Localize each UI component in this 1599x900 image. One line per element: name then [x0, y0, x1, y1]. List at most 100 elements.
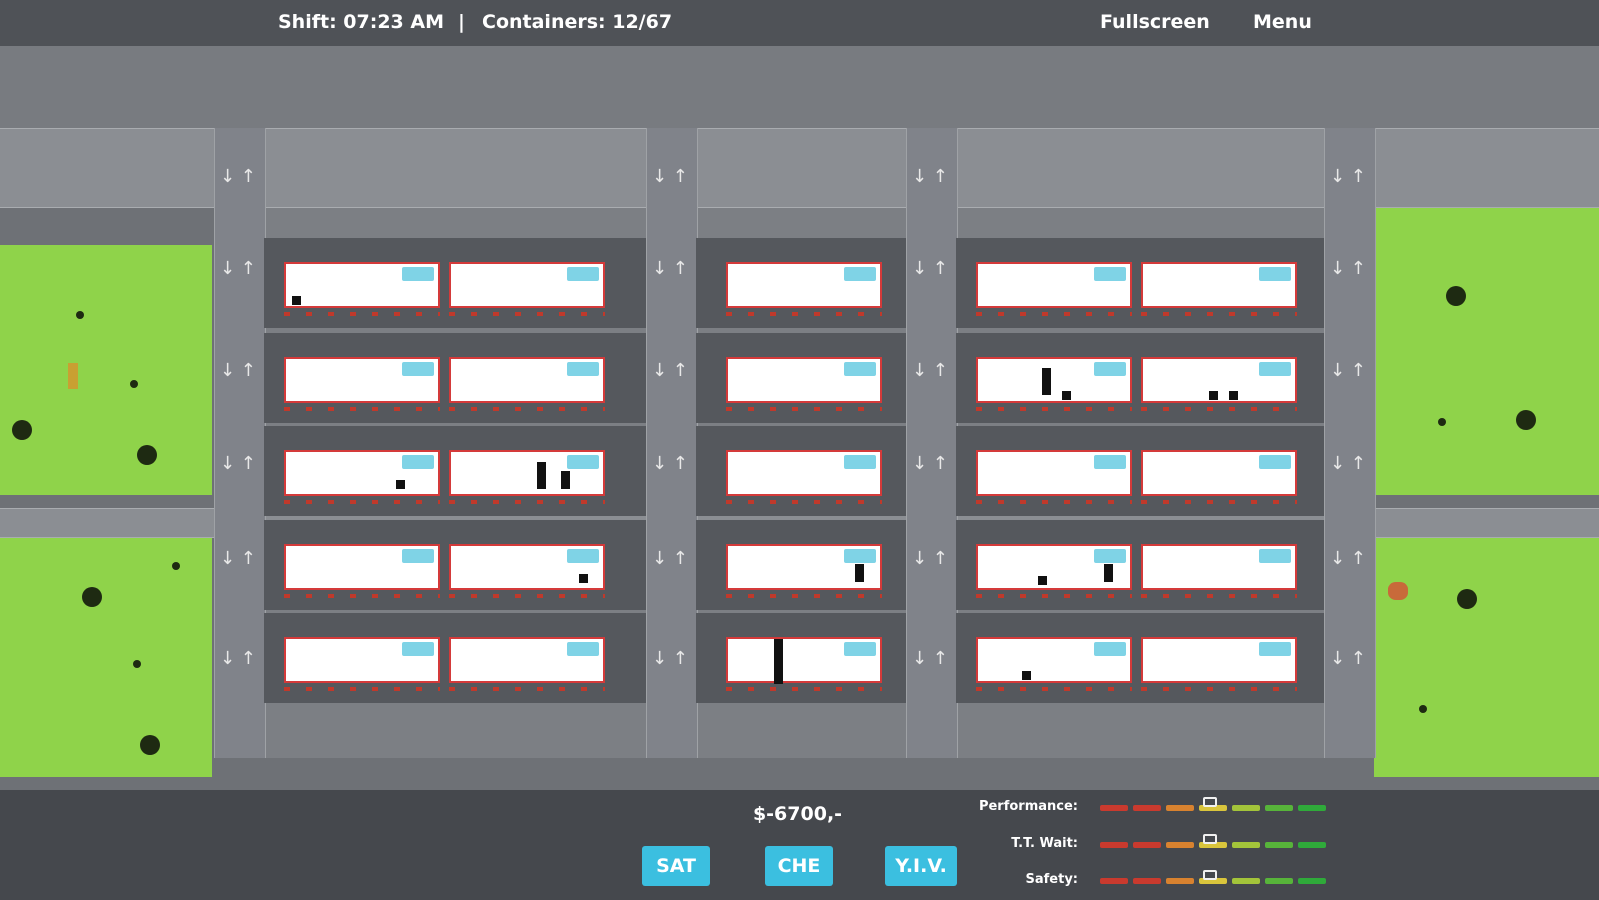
bay-tag	[1094, 362, 1126, 376]
top-bar: Shift: 07:23 AM | Containers: 12/67 Full…	[0, 0, 1599, 46]
container	[774, 648, 783, 657]
container-bay	[726, 544, 882, 590]
container	[1062, 391, 1071, 400]
container-bay	[284, 450, 440, 496]
container	[1229, 391, 1238, 400]
container-bay	[976, 544, 1132, 590]
crane-rail	[976, 407, 1132, 411]
lane-arrow-icon: ↓ ↑	[912, 453, 948, 474]
tree-icon	[12, 420, 32, 440]
crane-rail	[726, 687, 882, 691]
shift-time: Shift: 07:23 AM	[278, 11, 444, 33]
lane-arrow-icon: ↓ ↑	[912, 258, 948, 279]
bay-tag	[402, 267, 434, 281]
lane-arrow-icon: ↓ ↑	[220, 548, 256, 569]
meter-segment	[1265, 878, 1293, 884]
lane-arrow-icon: ↓ ↑	[220, 166, 256, 187]
tt-wait-meter	[1100, 834, 1330, 848]
container	[537, 462, 546, 471]
meter-marker	[1203, 797, 1218, 807]
container	[774, 639, 783, 648]
bay-tag	[567, 455, 599, 469]
tree-icon	[82, 587, 102, 607]
container	[537, 471, 546, 480]
menu-button[interactable]: Menu	[1253, 11, 1312, 33]
tree-icon	[140, 735, 160, 755]
crane-rail	[726, 500, 882, 504]
container-bay	[1141, 637, 1297, 683]
bay-tag	[844, 455, 876, 469]
bay-tag	[567, 549, 599, 563]
container	[774, 675, 783, 684]
bay-tag	[567, 642, 599, 656]
meter-segment	[1232, 842, 1260, 848]
crane-rail	[284, 312, 440, 316]
lane-arrow-icon: ↓ ↑	[220, 453, 256, 474]
lane-arrow-icon: ↓ ↑	[1330, 166, 1366, 187]
container-bay	[284, 637, 440, 683]
lane-arrow-icon: ↓ ↑	[1330, 453, 1366, 474]
lane-arrow-icon: ↓ ↑	[220, 648, 256, 669]
container-bay	[1141, 357, 1297, 403]
bay-tag	[402, 455, 434, 469]
crane-rail	[284, 407, 440, 411]
container-bay	[976, 357, 1132, 403]
container	[1022, 671, 1031, 680]
bay-tag	[1259, 362, 1291, 376]
container-bay	[726, 450, 882, 496]
crane-rail	[1141, 312, 1297, 316]
crane-rail	[976, 500, 1132, 504]
lane-arrow-icon: ↓ ↑	[220, 258, 256, 279]
yiv-button[interactable]: Y.I.V.	[885, 846, 957, 886]
safety-label: Safety:	[1025, 872, 1079, 887]
upper-road-band	[0, 46, 1599, 128]
meter-segment	[1265, 842, 1293, 848]
container	[561, 471, 570, 480]
lane-arrow-icon: ↓ ↑	[1330, 258, 1366, 279]
container-bay	[284, 262, 440, 308]
container	[537, 480, 546, 489]
container	[1042, 377, 1051, 386]
meter-segment	[1166, 805, 1194, 811]
che-button[interactable]: CHE	[765, 846, 833, 886]
container	[1042, 386, 1051, 395]
lane-arrow-icon: ↓ ↑	[220, 360, 256, 381]
sat-button[interactable]: SAT	[642, 846, 710, 886]
tree-icon	[1516, 410, 1536, 430]
container	[579, 574, 588, 583]
container	[396, 480, 405, 489]
crane-rail	[1141, 407, 1297, 411]
safety-meter	[1100, 870, 1330, 884]
lane-arrow-icon: ↓ ↑	[652, 453, 688, 474]
worker-icon	[1388, 582, 1408, 600]
container-bay	[449, 357, 605, 403]
separator: |	[458, 11, 465, 33]
meter-marker	[1203, 834, 1218, 844]
container-bay	[976, 262, 1132, 308]
container	[292, 296, 301, 305]
container-bay	[976, 450, 1132, 496]
tree-icon	[133, 660, 141, 668]
container-count: Containers: 12/67	[482, 11, 673, 33]
container	[1038, 576, 1047, 585]
lane-arrow-icon: ↓ ↑	[652, 258, 688, 279]
lane-arrow-icon: ↓ ↑	[912, 548, 948, 569]
meter-segment	[1133, 878, 1161, 884]
meter-segment	[1232, 805, 1260, 811]
crane-rail	[449, 594, 605, 598]
crane-rail	[976, 594, 1132, 598]
crane-rail	[1141, 687, 1297, 691]
fullscreen-button[interactable]: Fullscreen	[1100, 11, 1210, 33]
bay-tag	[402, 549, 434, 563]
meter-segment	[1166, 842, 1194, 848]
crane-rail	[284, 687, 440, 691]
lane-arrow-icon: ↓ ↑	[652, 166, 688, 187]
tree-icon	[172, 562, 180, 570]
container-bay	[449, 637, 605, 683]
bay-tag	[1259, 549, 1291, 563]
crane-rail	[726, 312, 882, 316]
bay-tag	[1259, 642, 1291, 656]
lane-arrow-icon: ↓ ↑	[652, 360, 688, 381]
container-bay	[1141, 450, 1297, 496]
container-bay	[976, 637, 1132, 683]
